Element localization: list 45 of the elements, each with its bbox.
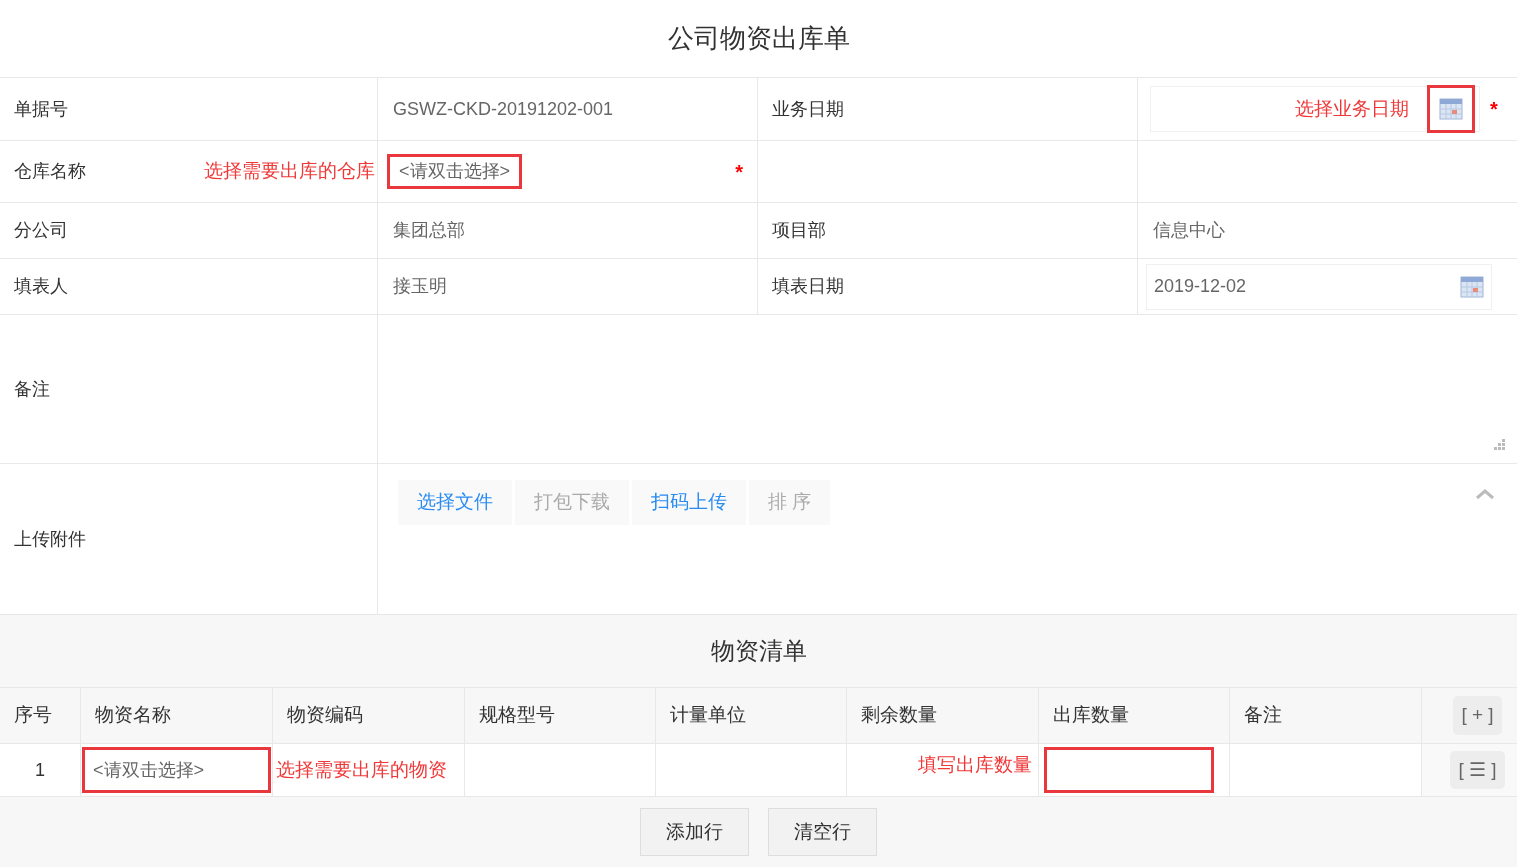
calendar-icon[interactable] <box>1439 98 1463 120</box>
field-label: 填表日期 <box>771 275 845 298</box>
field-label: 上传附件 <box>13 527 87 551</box>
material-picker[interactable]: <请双击选择> <box>82 747 271 793</box>
date-field[interactable]: 选择业务日期 <box>1150 86 1480 132</box>
chevron-icon[interactable] <box>1475 488 1495 500</box>
document-number: GSWZ-CKD-20191202-001 <box>393 97 614 121</box>
column-header: 出库数量 <box>1053 703 1129 728</box>
field-label: 备注 <box>13 377 51 401</box>
field-label: 仓库名称 <box>13 160 87 183</box>
resize-grip-icon <box>1493 439 1505 451</box>
required-mark: * <box>1490 97 1498 122</box>
annotation-note: 填写出库数量 <box>918 753 1032 777</box>
field-value: 集团总部 <box>393 219 465 242</box>
date-field[interactable]: 2019-12-02 <box>1146 263 1492 310</box>
field-label: 项目部 <box>771 219 827 242</box>
column-header: 规格型号 <box>479 703 555 728</box>
field-label: 业务日期 <box>771 97 845 121</box>
row-number: 1 <box>35 758 45 782</box>
calendar-icon[interactable] <box>1460 275 1484 298</box>
upload-toolbar-button[interactable]: 选择文件 <box>398 480 512 525</box>
field-label: 填表人 <box>13 275 69 298</box>
field-value: 接玉明 <box>393 275 447 298</box>
field-value: 信息中心 <box>1153 219 1225 242</box>
action-button[interactable]: 添加行 <box>640 808 749 856</box>
column-header: 剩余数量 <box>861 703 937 728</box>
section-title: 物资清单 <box>710 636 807 666</box>
warehouse-picker[interactable]: <请双击选择> <box>387 154 523 189</box>
required-mark: * <box>735 159 743 185</box>
column-header: 序号 <box>14 703 52 728</box>
annotation-note: 选择业务日期 <box>1295 96 1409 121</box>
form-title: 公司物资出库单 <box>667 22 850 55</box>
annotation-note: 选择需要出库的仓库 <box>204 159 375 184</box>
column-header: 物资名称 <box>95 703 171 728</box>
column-header: 计量单位 <box>670 703 746 728</box>
column-header: 备注 <box>1244 703 1282 728</box>
upload-toolbar-button[interactable]: 扫码上传 <box>632 480 746 525</box>
add-row-button[interactable]: [ + ] <box>1453 696 1502 735</box>
action-button[interactable]: 清空行 <box>768 808 877 856</box>
column-header: 物资编码 <box>287 703 363 728</box>
quantity-field[interactable] <box>1044 747 1214 793</box>
annotation-note: 选择需要出库的物资 <box>276 757 447 782</box>
row-menu-button[interactable]: [ ☰ ] <box>1450 751 1505 789</box>
field-label: 分公司 <box>13 219 69 242</box>
field-label: 单据号 <box>13 97 69 121</box>
